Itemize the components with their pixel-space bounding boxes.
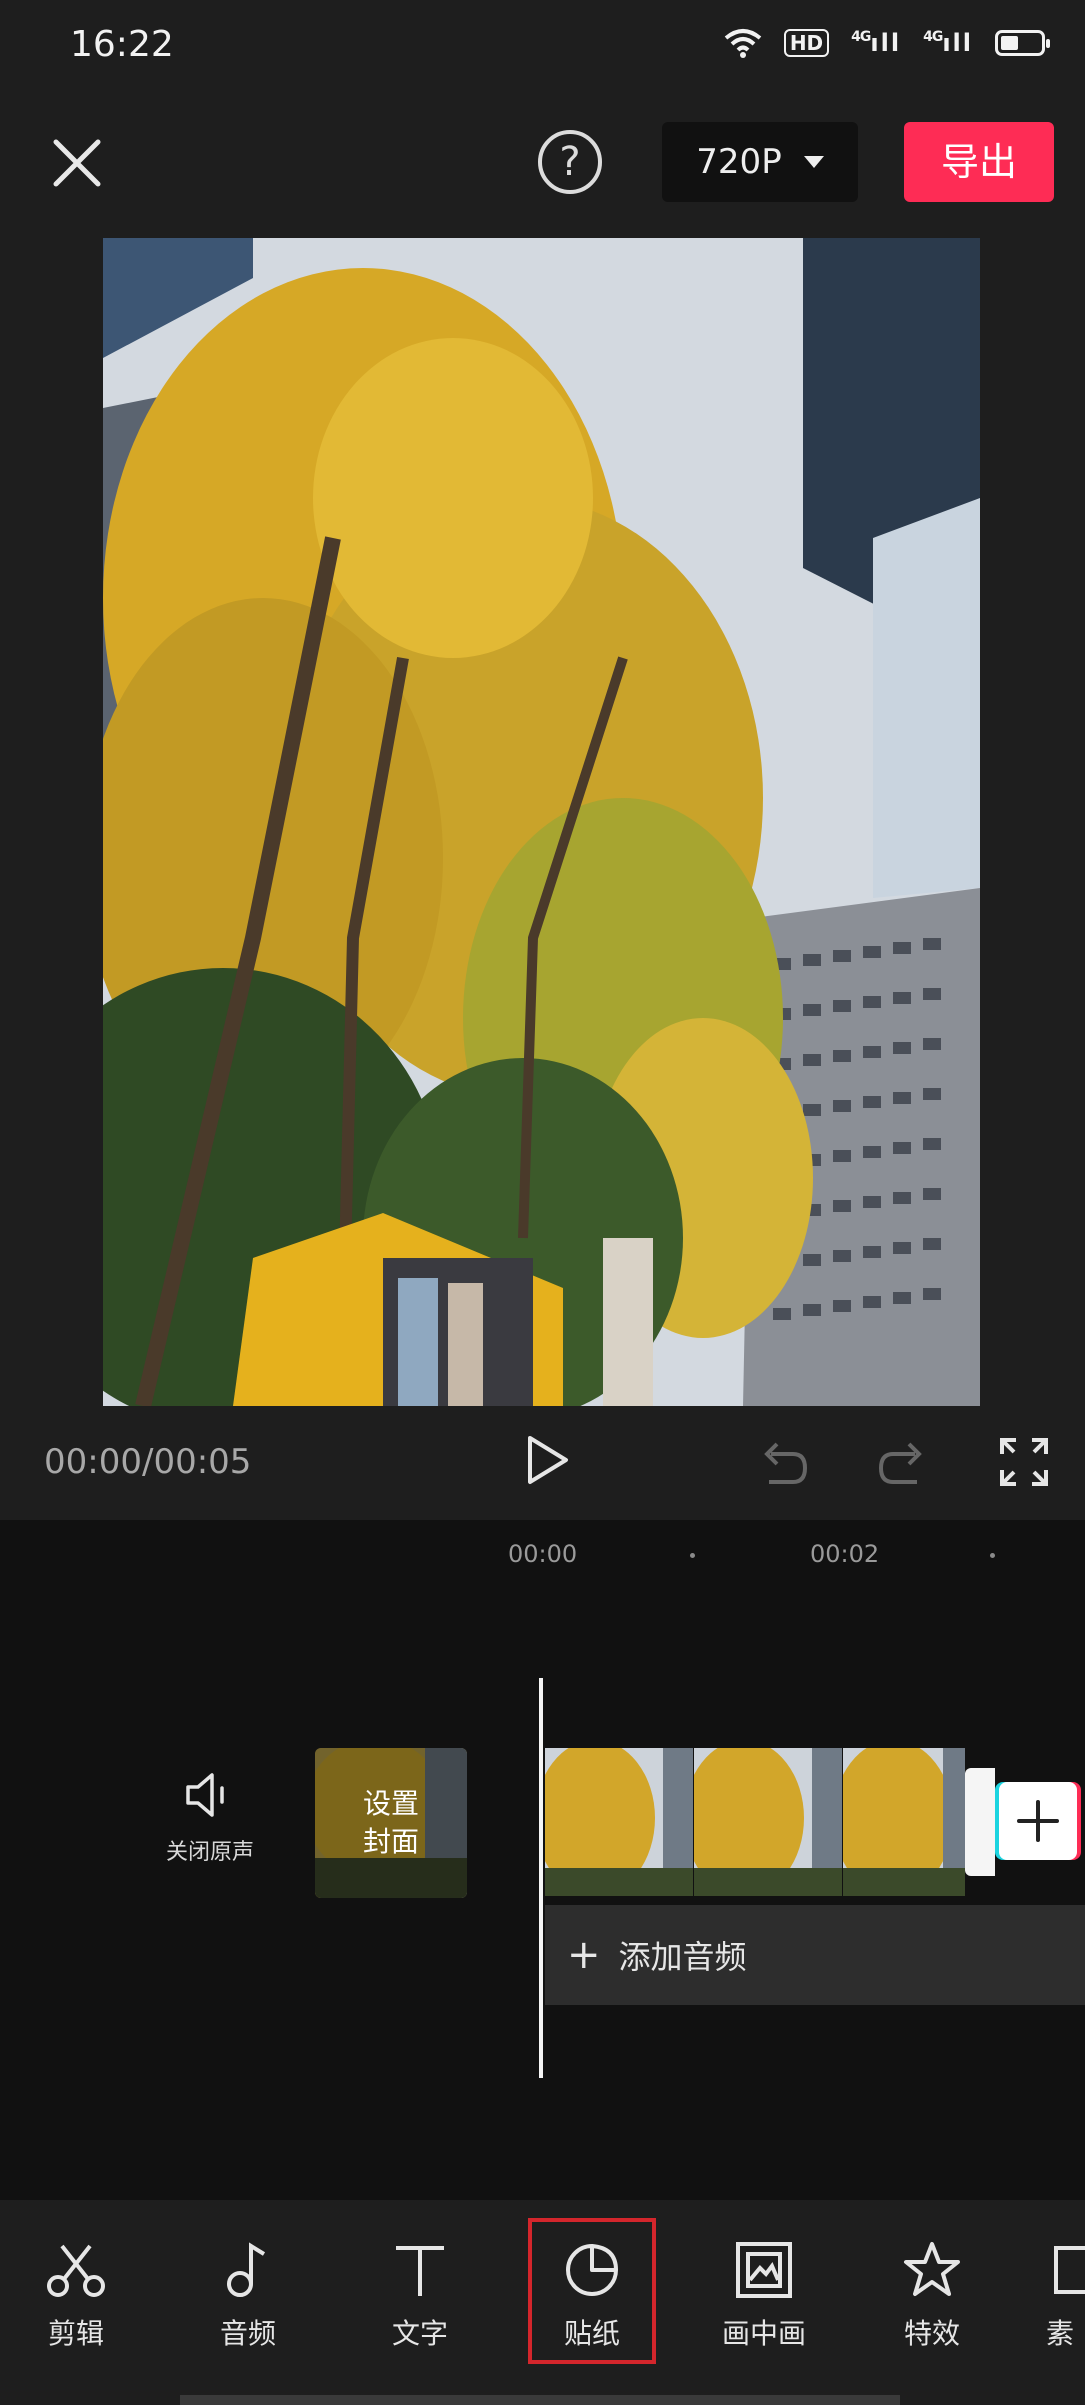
home-indicator	[180, 2395, 900, 2405]
timeline-area[interactable]: 00:00 00:02 关闭原声 设置 封面 + 添加音频	[0, 1520, 1085, 2200]
redo-button[interactable]	[875, 1434, 931, 1490]
plus-icon	[1017, 1800, 1059, 1842]
toolbar-item-picture-in-picture[interactable]: 画中画	[694, 2240, 834, 2352]
undo-icon	[764, 1442, 808, 1484]
ruler-label: 00:00	[508, 1540, 578, 1568]
mute-original-button[interactable]: 关闭原声	[150, 1770, 270, 1866]
bottom-toolbar: 剪辑 音频 文字 贴纸 画中画 特效 素	[0, 2200, 1085, 2405]
battery-icon	[995, 30, 1050, 56]
star-effect-icon	[904, 2242, 960, 2296]
highlight-box	[528, 2218, 656, 2364]
hd-badge: HD	[783, 29, 830, 57]
resolution-dropdown[interactable]: 720P	[662, 122, 858, 202]
editor-top-bar: ? 720P 导出	[0, 100, 1085, 230]
playhead[interactable]	[539, 1678, 543, 2078]
fullscreen-icon	[1000, 1438, 1048, 1486]
status-time: 16:22	[70, 24, 174, 65]
toolbar-item-edit[interactable]: 剪辑	[6, 2240, 146, 2352]
toolbar-label: 剪辑	[47, 2317, 104, 2350]
video-clip-frame[interactable]	[545, 1748, 693, 1896]
export-button[interactable]: 导出	[904, 122, 1054, 202]
toolbar-item-text[interactable]: 文字	[350, 2240, 490, 2352]
battery-level	[1001, 36, 1018, 50]
plus-icon: +	[567, 1932, 601, 1978]
scissors-icon	[47, 2244, 105, 2297]
preview-area	[0, 230, 1085, 1420]
toolbar-label: 素	[1046, 2317, 1075, 2350]
toolbar-label: 特效	[903, 2317, 960, 2350]
playback-controls: 00:00/00:05	[0, 1420, 1085, 1520]
signal-icon: 4Gıll	[851, 29, 902, 57]
close-button[interactable]	[44, 130, 110, 196]
undo-button[interactable]	[755, 1434, 811, 1490]
redo-icon	[878, 1442, 922, 1484]
status-icons: HD 4Gıll 4Gıll	[724, 28, 1050, 58]
add-audio-button[interactable]: + 添加音频	[545, 1905, 1085, 2005]
resolution-value: 720P	[696, 142, 782, 182]
toolbar-item-audio[interactable]: 音频	[178, 2240, 318, 2352]
material-icon	[1054, 2246, 1085, 2294]
close-icon	[53, 139, 101, 187]
music-note-icon	[227, 2242, 266, 2297]
video-preview[interactable]	[103, 238, 980, 1406]
add-audio-label: 添加音频	[618, 1938, 747, 1976]
clip-trim-handle[interactable]	[965, 1768, 995, 1876]
ruler-dot	[690, 1553, 695, 1558]
toolbar-label: 画中画	[721, 2317, 806, 2350]
video-clip-frame[interactable]	[694, 1748, 842, 1896]
ruler-label: 00:02	[810, 1540, 880, 1568]
toolbar-item-effects[interactable]: 特效	[862, 2240, 1002, 2352]
picture-in-picture-icon	[736, 2242, 792, 2298]
toolbar-item-material[interactable]: 素	[1034, 2240, 1085, 2352]
status-bar: 16:22 HD 4Gıll 4Gıll	[0, 0, 1085, 100]
video-clip-frame[interactable]	[843, 1748, 965, 1896]
wifi-icon	[724, 29, 762, 58]
play-icon	[528, 1436, 568, 1484]
help-button[interactable]: ?	[538, 130, 602, 194]
ruler-dot	[990, 1553, 995, 1558]
set-cover-button[interactable]: 设置 封面	[315, 1748, 467, 1898]
text-icon	[396, 2246, 444, 2296]
fullscreen-button[interactable]	[996, 1434, 1052, 1490]
speaker-icon	[186, 1773, 224, 1817]
toolbar-label: 音频	[219, 2317, 276, 2350]
add-clip-button[interactable]	[999, 1782, 1077, 1860]
mute-label: 关闭原声	[165, 1840, 254, 1865]
signal-icon-2: 4Gıll	[923, 29, 973, 57]
toolbar-label: 文字	[391, 2317, 448, 2350]
video-frame-image	[103, 238, 980, 1406]
question-mark-icon: ?	[559, 139, 581, 185]
time-readout: 00:00/00:05	[44, 1442, 252, 1482]
play-button[interactable]	[518, 1432, 574, 1488]
chevron-down-icon	[803, 156, 824, 168]
cover-label: 设置 封面	[315, 1748, 467, 1898]
